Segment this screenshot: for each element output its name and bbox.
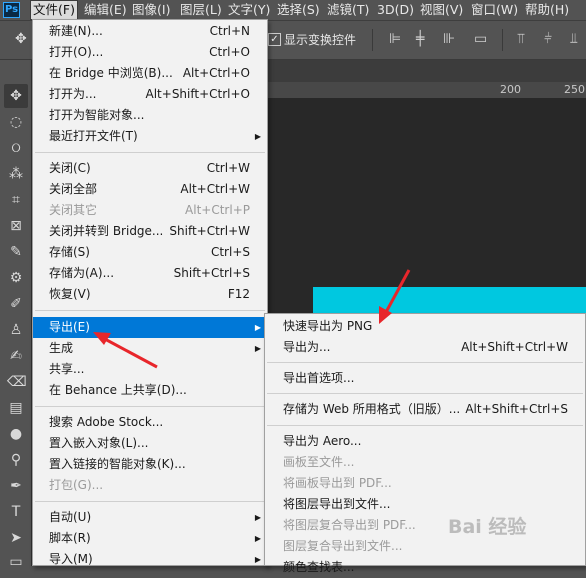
menu-separator [267,425,583,426]
menu-item-revert[interactable]: 恢复(V) F12 [33,284,267,305]
eraser-tool-icon[interactable]: ⌫ [7,373,27,391]
submenu-arrow-icon: ▶ [254,513,261,522]
submenu-item-artboards-to-pdf: 将画板导出到 PDF... [283,476,392,490]
menu-item-share-behance[interactable]: 在 Behance 上共享(D)... [33,380,267,401]
clone-stamp-icon[interactable]: ♙ [7,321,25,339]
submenu-item-export-preferences[interactable]: 导出首选项... [265,368,585,389]
align-left-icon[interactable]: ⊫ [389,31,401,47]
menu-item-save[interactable]: 存储(S) Ctrl+S [33,242,267,263]
horizontal-ruler: 200 250 [268,82,586,99]
menu-select[interactable]: 选择(S) [277,0,320,20]
move-tool-icon[interactable]: ✥ [7,87,25,105]
submenu-arrow-icon: ▶ [254,132,261,141]
menu-bar: Ps 文件(F) 编辑(E) 图像(I) 图层(L) 文字(Y) 选择(S) 滤… [0,0,586,20]
type-tool-icon[interactable]: T [7,503,25,521]
submenu-arrow-icon: ▶ [254,344,261,353]
submenu-item-layers-to-files[interactable]: 将图层导出到文件... [265,494,585,515]
options-divider [372,29,373,51]
pen-tool-icon[interactable]: ✒ [7,477,25,495]
menu-type[interactable]: 文字(Y) [228,0,270,20]
align-vcenter-icon[interactable]: ⫩ [544,31,552,47]
menu-item-close-others: 关闭其它 Alt+Ctrl+P [49,203,250,217]
show-transform-label: 显示变换控件 [284,33,357,47]
menu-item-export[interactable]: 导出(E) ▶ [33,317,267,338]
ruler-tick-label: 200 [500,83,521,96]
file-menu: 新建(N)... Ctrl+N 打开(O)... Ctrl+O 在 Bridge 中… [32,19,268,566]
menu-item-search-stock[interactable]: 搜索 Adobe Stock... [33,412,267,433]
gradient-tool-icon[interactable]: ▤ [7,399,25,417]
menu-item-new[interactable]: 新建(N)... Ctrl+N [33,21,267,42]
menu-view[interactable]: 视图(V) [420,0,463,20]
menu-item-close[interactable]: 关闭(C) Ctrl+W [33,158,267,179]
lasso-tool-icon[interactable]: ଠ [7,139,25,157]
align-hcenter-icon[interactable]: ╪ [416,31,424,47]
menu-separator [35,501,265,502]
menu-item-import[interactable]: 导入(M) ▶ [33,549,267,570]
menu-separator [35,406,265,407]
submenu-item-layer-comps-to-files: 图层复合导出到文件... [283,539,403,553]
submenu-item-export-aero[interactable]: 导出为 Aero... [265,431,585,452]
menu-item-place-linked[interactable]: 置入链接的智能对象(K)... [33,454,267,475]
magic-wand-icon[interactable]: ⁂ [7,165,25,183]
menu-item-browse-bridge[interactable]: 在 Bridge 中浏览(B)... Alt+Ctrl+O [33,63,267,84]
crop-tool-icon[interactable]: ⌗ [7,191,25,209]
menu-3d[interactable]: 3D(D) [377,0,414,20]
shape-tool-icon[interactable]: ▭ [7,553,25,571]
menu-edit[interactable]: 编辑(E) [84,0,127,20]
menu-item-save-as[interactable]: 存储为(A)... Shift+Ctrl+S [33,263,267,284]
submenu-item-artboards-to-files: 画板至文件... [283,455,355,469]
menu-item-close-go-bridge[interactable]: 关闭并转到 Bridge... Shift+Ctrl+W [33,221,267,242]
submenu-item-save-for-web[interactable]: 存储为 Web 所用格式（旧版）... Alt+Shift+Ctrl+S [265,399,585,420]
menu-separator [35,152,265,153]
menu-item-generate[interactable]: 生成 ▶ [33,338,267,359]
menu-item-share[interactable]: 共享... [33,359,267,380]
menu-image[interactable]: 图像(I) [132,0,170,20]
menu-item-close-all[interactable]: 关闭全部 Alt+Ctrl+W [33,179,267,200]
blur-tool-icon[interactable]: ● [7,425,25,443]
watermark-text: Bai 经验 [448,516,527,538]
submenu-item-layer-comps-to-pdf: 将图层复合导出到 PDF... [283,518,416,532]
menu-item-open[interactable]: 打开(O)... Ctrl+O [33,42,267,63]
healing-brush-icon[interactable]: ⚙ [7,269,25,287]
export-submenu: 快速导出为 PNG 导出为... Alt+Shift+Ctrl+W 导出首选项..… [264,313,586,574]
distribute-icon[interactable]: ▭ [474,31,487,47]
submenu-item-color-lookup-tables[interactable]: 颜色查找表... [265,557,585,578]
ruler-tick-label: 250 [564,83,585,96]
brush-tool-icon[interactable]: ✐ [7,295,25,313]
menu-separator [35,310,265,311]
menu-separator [267,393,583,394]
menu-item-package: 打包(G)... [49,478,104,492]
history-brush-icon[interactable]: ✍ [7,347,25,365]
path-selection-icon[interactable]: ➤ [7,529,25,547]
move-tool-icon: ✥ [15,31,27,47]
tools-panel: ✥ ◌ ଠ ⁂ ⌗ ⊠ ✎ ⚙ ✐ ♙ ✍ ⌫ ▤ ● ⚲ ✒ T ➤ ▭ [0,60,32,570]
menu-filter[interactable]: 滤镜(T) [327,0,369,20]
eyedropper-icon[interactable]: ✎ [7,243,25,261]
show-transform-checkbox[interactable]: ✓ [268,33,281,46]
submenu-item-export-as[interactable]: 导出为... Alt+Shift+Ctrl+W [265,337,585,358]
menu-item-open-as[interactable]: 打开为... Alt+Shift+Ctrl+O [33,84,267,105]
menu-item-scripts[interactable]: 脚本(R) ▶ [33,528,267,549]
menu-window[interactable]: 窗口(W) [471,0,518,20]
align-top-icon[interactable]: ⫪ [517,31,525,47]
options-divider-2 [502,29,503,51]
menu-item-place-embedded[interactable]: 置入嵌入对象(L)... [33,433,267,454]
submenu-arrow-icon: ▶ [254,534,261,543]
menu-item-open-smart-object[interactable]: 打开为智能对象... [33,105,267,126]
frame-tool-icon[interactable]: ⊠ [7,217,25,235]
menu-help[interactable]: 帮助(H) [525,0,569,20]
marquee-tool-icon[interactable]: ◌ [7,113,25,131]
menu-separator [267,362,583,363]
menu-layer[interactable]: 图层(L) [180,0,222,20]
menu-item-automate[interactable]: 自动(U) ▶ [33,507,267,528]
submenu-item-quick-export-png[interactable]: 快速导出为 PNG [265,316,585,337]
menu-file[interactable]: 文件(F) [30,0,78,20]
menu-item-recent-files[interactable]: 最近打开文件(T) ▶ [33,126,267,147]
dodge-tool-icon[interactable]: ⚲ [7,451,25,469]
align-right-icon[interactable]: ⊪ [443,31,455,47]
photoshop-logo: Ps [3,2,20,18]
align-bottom-icon[interactable]: ⫫ [570,31,578,47]
submenu-arrow-icon: ▶ [254,555,261,564]
submenu-arrow-icon: ▶ [254,323,261,332]
